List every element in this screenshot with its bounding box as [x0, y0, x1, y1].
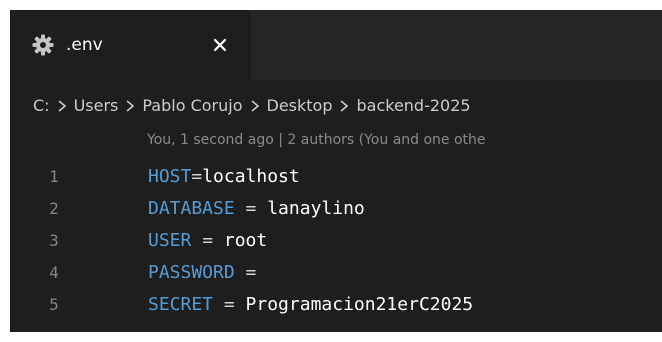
- gear-icon: [32, 34, 54, 56]
- breadcrumb-item-desktop[interactable]: Desktop: [267, 96, 333, 115]
- env-operator: =: [234, 197, 268, 219]
- breadcrumb-item-users[interactable]: Users: [74, 96, 119, 115]
- chevron-right-icon: [124, 98, 136, 112]
- code-line[interactable]: 1 HOST=localhost: [10, 160, 662, 192]
- close-icon[interactable]: [206, 31, 234, 59]
- code-editor[interactable]: 1 HOST=localhost 2 DATABASE = lanaylino …: [10, 160, 662, 320]
- chevron-right-icon: [338, 98, 350, 112]
- env-key: PASSWORD: [148, 261, 235, 283]
- breadcrumb-item-user[interactable]: Pablo Corujo: [142, 96, 242, 115]
- line-content: DATABASE = lanaylino: [148, 198, 365, 219]
- line-number: 2: [49, 198, 59, 218]
- line-number: 5: [49, 294, 59, 314]
- code-line[interactable]: 5 SECRET = Programacion21erC2025: [10, 288, 662, 320]
- env-value: lanaylino: [267, 197, 365, 219]
- editor-window: .env C: Users Pablo Corujo Desktop backe…: [10, 10, 662, 332]
- env-key: DATABASE: [148, 197, 235, 219]
- breadcrumb-item-project[interactable]: backend-2025: [356, 96, 470, 115]
- env-key: SECRET: [148, 293, 214, 315]
- env-key: USER: [148, 229, 192, 251]
- breadcrumb: C: Users Pablo Corujo Desktop backend-20…: [33, 90, 471, 120]
- env-operator: =: [191, 229, 224, 251]
- code-line[interactable]: 4 PASSWORD =: [10, 256, 662, 288]
- tab-bar: .env: [10, 10, 662, 80]
- line-number: 3: [49, 230, 59, 250]
- env-value: localhost: [202, 165, 300, 187]
- env-operator: =: [213, 293, 246, 315]
- env-value: Programacion21erC2025: [245, 293, 474, 315]
- line-content: HOST=localhost: [148, 166, 300, 187]
- env-operator: =: [191, 165, 203, 187]
- line-number: 4: [49, 262, 59, 282]
- tab-env[interactable]: .env: [10, 10, 251, 80]
- env-value: root: [223, 229, 268, 251]
- tab-title: .env: [66, 35, 103, 55]
- line-number: 1: [49, 166, 59, 186]
- code-line[interactable]: 3 USER = root: [10, 224, 662, 256]
- env-key: HOST: [148, 165, 192, 187]
- breadcrumb-item-drive[interactable]: C:: [33, 96, 50, 115]
- chevron-right-icon: [249, 98, 261, 112]
- code-line[interactable]: 2 DATABASE = lanaylino: [10, 192, 662, 224]
- git-blame-annotation[interactable]: You, 1 second ago | 2 authors (You and o…: [147, 132, 486, 148]
- line-content: SECRET = Programacion21erC2025: [148, 294, 473, 315]
- line-content: USER = root: [148, 230, 267, 251]
- line-content: PASSWORD =: [148, 262, 256, 283]
- env-operator: =: [234, 261, 257, 283]
- chevron-right-icon: [56, 98, 68, 112]
